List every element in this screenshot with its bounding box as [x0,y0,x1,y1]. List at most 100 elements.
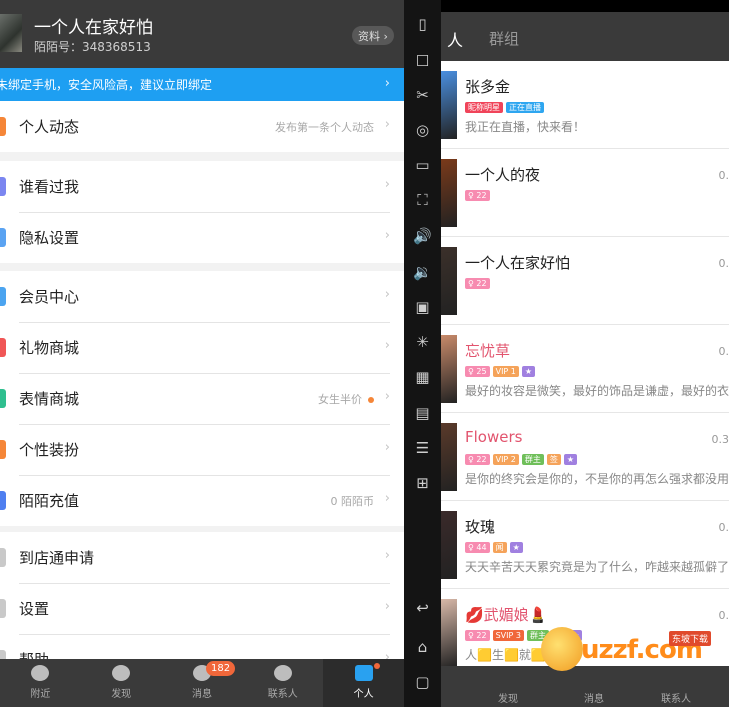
avatar[interactable] [441,511,457,579]
badge-row: ♀ 22 VIP 2 群主签 ★ [465,454,578,465]
menu-item[interactable]: 设置 › [0,583,404,634]
badge-row: ♀ 22 [465,278,490,289]
chevron-right-icon: › [384,228,390,243]
menu-item[interactable]: 会员中心 › [0,271,404,322]
badge-row: 昵称明星 正在直播 [465,102,544,113]
menu-item-detail: 发布第一条个人动态 [275,120,374,134]
nav-tab[interactable]: 发现 [81,659,162,707]
layers-icon[interactable]: ☰ [412,437,433,458]
user-badge: 签 [546,454,561,465]
chevron-right-icon: › [384,389,390,404]
profile-header[interactable]: 一个人在家好怕 陌陌号：348368513 资料 › [0,0,404,68]
menu-item[interactable]: 陌陌充值 0 陌陌币 › [0,475,404,526]
profile-card-icon [354,665,373,681]
menu-item[interactable]: 个人动态 发布第一条个人动态 › [0,101,404,152]
profile-detail-button[interactable]: 资料 › [352,26,394,45]
recent-apps-icon[interactable]: ▢ [412,671,433,692]
menu-group: 谁看过我 › 隐私设置 › [0,161,404,263]
avatar[interactable] [441,247,457,315]
avatar[interactable] [441,423,457,491]
contact-distance: 0. [718,257,729,270]
user-badge: ♀ 25 [465,366,490,377]
user-badge: ♀ 22 [465,630,490,641]
avatar[interactable] [441,335,457,403]
add-window-icon[interactable]: ⊞ [412,472,433,493]
menu-item-label: 到店通申请 [19,549,95,567]
menu-group: 会员中心 › 礼物商城 › 表情商城 女生半价 › 个性装扮 › 陌陌充值 0 陌陌币 › [0,271,404,526]
user-badge: ★ [521,366,536,377]
phone-shake-icon[interactable]: ▯ [412,13,433,34]
bottom-nav: 附近 发现 消息 182 联系人 个人 [0,659,404,707]
new-dot-icon [368,396,374,403]
nav-tab[interactable]: 个人 [323,659,404,707]
user-badge: ♀ 44 [465,542,490,553]
screenshot-icon[interactable]: ▦ [412,366,433,387]
fullscreen-icon[interactable]: ⛶ [412,189,433,210]
user-badge: 正在直播 [506,102,544,113]
user-badge: ♀ 22 [465,278,490,289]
bind-phone-banner[interactable]: 未绑定手机，安全风险高，建议立即绑定 › [0,68,404,101]
avatar[interactable] [441,159,457,227]
user-badge: ♀ 22 [465,454,490,465]
chevron-right-icon: › [384,287,390,302]
contact-item[interactable]: 玫瑰 0. ♀ 44 闻 ★ 天天辛苦天天累究竟是为了什么，咋越来越孤僻了呢 [441,501,729,589]
badge-row: ♀ 25 VIP 1 ★ [465,366,536,377]
contact-distance: 0. [718,521,729,534]
menu-item[interactable]: 个性装扮 › [0,424,404,475]
menu-item[interactable]: 谁看过我 › [0,161,404,212]
user-badge: ★ [509,542,523,553]
contact-item[interactable]: Flowers 0.3 ♀ 22 VIP 2 群主签 ★ 是你的终究会是你的，不是你的再怎么… [441,413,729,501]
menu-item-label: 表情商城 [19,390,80,408]
contact-status: 最好的妆容是微笑，最好的饰品是谦虚，最好的衣裳 [465,384,729,398]
contact-name: 玫瑰 [465,518,496,536]
menu-item-label: 个人动态 [19,118,80,136]
tab-groups[interactable]: 群组 [489,28,519,49]
loading-icon[interactable]: ✳ [412,331,433,352]
contacts-icon [273,665,292,681]
avatar[interactable] [441,599,457,667]
menu-item-icon [0,389,6,408]
menu-item-label: 会员中心 [19,288,80,306]
chevron-right-icon: › [384,599,390,614]
contact-distance: 0. [718,169,729,182]
nav-tab-label: 发现 [111,689,132,700]
contact-item[interactable]: 张多金 昵称明星 正在直播 我正在直播，快来看！ [441,61,729,149]
avatar[interactable] [0,14,22,52]
contact-distance: 0.3 [711,433,729,446]
apk-install-icon[interactable]: ▣ [412,296,433,317]
profile-id: 陌陌号：348368513 [34,40,151,54]
nav-tab[interactable]: 联系人 [242,659,323,707]
menu-item[interactable]: 礼物商城 › [0,322,404,373]
menu-item[interactable]: 隐私设置 › [0,212,404,263]
volume-down-icon[interactable]: 🔉 [412,261,433,282]
nav-tab[interactable]: 消息 182 [162,659,243,707]
menu-item-label: 礼物商城 [19,339,80,357]
video-icon[interactable]: ▤ [412,402,433,423]
menu-item-detail: 女生半价 [318,391,374,407]
tab-messages[interactable]: 消息 [584,690,604,705]
tab-people[interactable]: 人 [447,27,463,51]
home-icon[interactable]: ⌂ [412,636,433,657]
contact-item[interactable]: 一个人在家好怕 0. ♀ 22 [441,237,729,325]
user-badge: 昵称明星 [465,102,503,113]
location-icon[interactable]: ◎ [412,119,433,140]
contact-name: 一个人的夜 [465,166,541,184]
menu-item-icon [0,338,6,357]
nav-tab[interactable]: 附近 [0,659,81,707]
tab-contacts[interactable]: 联系人 [661,690,691,705]
screen-icon[interactable]: ▭ [412,154,433,175]
back-icon[interactable]: ↩ [412,597,433,618]
tab-discover[interactable]: 发现 [498,690,518,705]
avatar[interactable] [441,71,457,139]
contact-distance: 0. [718,609,729,622]
menu-item[interactable]: 表情商城 女生半价 › [0,373,404,424]
volume-up-icon[interactable]: 🔊 [412,225,433,246]
contact-item[interactable]: 忘忧草 0. ♀ 25 VIP 1 ★ 最好的妆容是微笑，最好的饰品是谦虚，最好的衣裳 [441,325,729,413]
menu-group: 个人动态 发布第一条个人动态 › [0,101,404,152]
user-badge: VIP 1 [492,366,519,377]
scissors-icon[interactable]: ✂ [412,84,433,105]
contact-item[interactable]: 一个人的夜 0. ♀ 22 [441,149,729,237]
menu-item[interactable]: 到店通申请 › [0,532,404,583]
robot-icon[interactable]: ☐ [412,50,433,71]
contact-status: 天天辛苦天天累究竟是为了什么，咋越来越孤僻了呢 [465,560,729,574]
